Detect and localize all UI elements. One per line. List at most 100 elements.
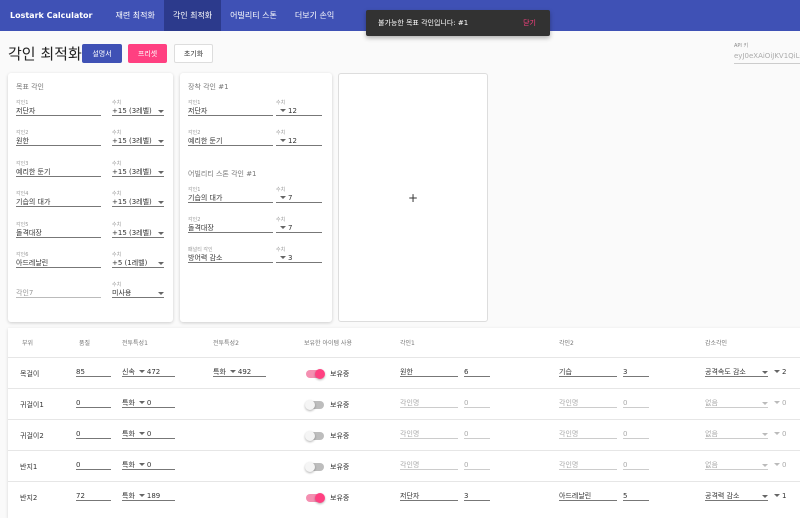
negative-value[interactable]: 0 [774,461,786,469]
equip-name-field[interactable]: 각인2 예리한 둔기 [188,129,273,146]
stone-name-field[interactable]: 각인2 돌격대장 [188,216,273,233]
target-level-select[interactable]: 수치 +5 (1레벨) [112,251,164,268]
engraving2-name[interactable]: 각인명 [559,429,617,439]
engraving1-name[interactable]: 저단자 [400,491,458,501]
stone-section-title: 어빌리티 스톤 각인 #1 [188,170,257,178]
stone-penalty-field[interactable]: 패널티 각인 방어력 감소 [188,246,273,263]
owned-toggle[interactable] [305,400,324,410]
quality-input[interactable]: 85 [76,367,111,377]
stone-penalty-level-select[interactable]: 수치 3 [276,246,322,263]
quality-input[interactable]: 0 [76,398,111,408]
negative-value[interactable]: 0 [774,430,786,438]
target-level-select[interactable]: 수치 +15 (3레벨) [112,99,164,116]
reset-button[interactable]: 초기화 [174,44,213,63]
accessory-table: 부위 품질 전투특성1 전투특성2 보유한 아이템 사용 각인1 각인2 감소각… [8,328,800,518]
equip-name-field[interactable]: 각인1 저단자 [188,99,273,116]
snackbar: 불가능한 목표 각인입니다: #1 닫기 [366,10,550,36]
engraving2-name[interactable]: 각인명 [559,460,617,470]
snackbar-close-button[interactable]: 닫기 [523,18,536,28]
negative-engraving-select[interactable]: 없음 [705,429,768,439]
guide-button[interactable]: 설명서 [82,44,122,63]
column-header: 보유한 아이템 사용 [304,340,352,347]
stat1-select[interactable]: 특화 0 [122,460,175,470]
chevron-down-icon [774,494,780,497]
owned-toggle[interactable] [306,369,325,379]
engraving2-value[interactable]: 3 [623,367,649,377]
target-name-field[interactable]: 각인6 아드레날린 [16,251,101,268]
engraving1-name[interactable]: 각인명 [400,429,458,439]
target-name-field[interactable]: 각인3 예리한 둔기 [16,160,101,177]
target-level-select[interactable]: 수치 +15 (3레벨) [112,129,164,146]
stat1-select[interactable]: 신속 472 [122,367,175,377]
target-level-select[interactable]: 수치 +15 (3레벨) [112,221,164,238]
owned-toggle[interactable] [306,493,325,503]
engraving1-value[interactable]: 0 [464,429,490,439]
quality-input[interactable]: 0 [76,460,111,470]
equip-card-title: 장착 각인 #1 [188,83,229,91]
equip-level-select[interactable]: 수치 12 [276,129,322,146]
engraving1-value[interactable]: 6 [464,367,490,377]
target-name-field[interactable]: 각인2 원한 [16,129,101,146]
target-card-title: 목표 각인 [16,83,44,91]
part-label: 귀걸이2 [20,432,44,440]
page-title: 각인 최적화 [8,45,82,63]
stat2-select[interactable]: 특화 492 [213,367,266,377]
engraving2-value[interactable]: 0 [623,429,649,439]
target-name-field[interactable]: 각인7 [16,281,101,298]
engraving2-name[interactable]: 아드레날린 [559,491,617,501]
engraving2-value[interactable]: 5 [623,491,649,501]
add-equipment-card[interactable]: + [338,73,488,322]
chevron-down-icon [774,463,780,466]
target-level-select[interactable]: 수치 +15 (3레벨) [112,190,164,207]
target-name-field[interactable]: 각인4 기습의 대가 [16,190,101,207]
stat1-select[interactable]: 특화 0 [122,429,175,439]
engraving2-name[interactable]: 각인명 [559,398,617,408]
stone-name-field[interactable]: 각인1 기습의 대가 [188,186,273,203]
negative-engraving-select[interactable]: 없음 [705,398,768,408]
stat1-select[interactable]: 특화 189 [122,491,175,501]
chevron-down-icon [158,140,164,143]
quality-input[interactable]: 72 [76,491,111,501]
owned-toggle[interactable] [305,431,324,441]
column-header: 감소각인 [705,340,728,347]
stone-level-select[interactable]: 수치 7 [276,216,322,233]
quality-input[interactable]: 0 [76,429,111,439]
nav-refine[interactable]: 재련 최적화 [106,0,163,31]
part-label: 반지1 [20,463,38,471]
target-name-field[interactable]: 각인5 돌격대장 [16,221,101,238]
column-header: 각인1 [400,340,415,347]
negative-value[interactable]: 1 [774,492,786,500]
engraving1-value[interactable]: 0 [464,460,490,470]
negative-engraving-select[interactable]: 없음 [705,460,768,470]
engraving1-value[interactable]: 3 [464,491,490,501]
negative-engraving-select[interactable]: 공격력 감소 [705,491,768,501]
engraving2-value[interactable]: 0 [623,398,649,408]
owned-label: 보유중 [330,401,350,409]
target-level-select[interactable]: 수치 +15 (3레벨) [112,160,164,177]
chevron-down-icon [158,171,164,174]
owned-toggle[interactable] [305,462,324,472]
target-name-field[interactable]: 각인1 저단자 [16,99,101,116]
negative-value[interactable]: 2 [774,368,786,376]
preset-button[interactable]: 프리셋 [128,44,167,63]
negative-value[interactable]: 0 [774,399,786,407]
nav-engraving[interactable]: 각인 최적화 [163,0,222,31]
negative-engraving-select[interactable]: 공격속도 감소 [705,367,768,377]
engraving2-value[interactable]: 0 [623,460,649,470]
engraving1-name[interactable]: 각인명 [400,398,458,408]
chevron-down-icon [229,370,236,373]
chevron-down-icon [280,139,286,142]
engraving1-name[interactable]: 각인명 [400,460,458,470]
stat1-select[interactable]: 특화 0 [122,398,175,408]
target-level-select[interactable]: 수치 미사용 [112,281,164,298]
engraving2-name[interactable]: 기습 [559,367,617,377]
nav-more[interactable]: 더보기 손익 [286,0,343,31]
stone-level-select[interactable]: 수치 7 [276,186,322,203]
nav-ability-stone[interactable]: 어빌리티 스톤 [221,0,286,31]
app-brand[interactable]: Lostark Calculator [0,0,106,31]
engraving1-value[interactable]: 0 [464,398,490,408]
api-key-input[interactable]: eyJ0eXAiOiJKV1QiLCJhbGciOiJIUzI1NiJ9 [734,52,800,64]
engraving1-name[interactable]: 원한 [400,367,458,377]
equip-level-select[interactable]: 수치 12 [276,99,322,116]
chevron-down-icon [158,201,164,204]
